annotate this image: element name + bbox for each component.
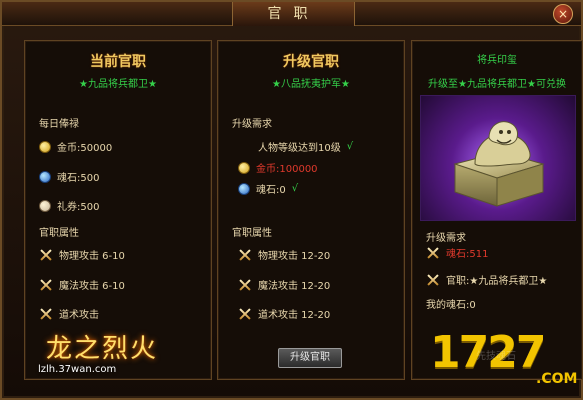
seal-req-rank-text: 官职:★九品将兵都卫★ (446, 276, 548, 287)
upgrade-requirements-label: 升级需求 (232, 119, 272, 130)
my-soul-stone: 我的魂石:0 (426, 300, 476, 311)
current-rank-panel: 当前官职 ★九品将兵都卫★ 每日俸禄 金币:50000 魂石:500 礼券:50… (24, 40, 212, 380)
current-rank-name: ★九品将兵都卫★ (79, 79, 157, 90)
upgrade-rank-panel: 升级官职 ★八品抚夷护军★ 升级需求 人物等级达到10级 √ 金币:100000… (217, 40, 405, 380)
check-icon: √ (291, 183, 299, 194)
daily-salary-label: 每日俸禄 (39, 119, 79, 130)
upgrade-rank-button[interactable]: 升级官职 (278, 348, 342, 368)
official-rank-window: 官职 × 当前官职 ★九品将兵都卫★ 每日俸禄 金币:50000 魂石:500 … (0, 0, 583, 400)
reward-soul-stone-text: 魂石:500 (57, 173, 100, 184)
crossed-swords-icon (39, 248, 53, 262)
upgrade-attributes-label: 官职属性 (232, 228, 272, 239)
attr-text: 物理攻击 6-10 (59, 251, 125, 262)
seal-item-slot[interactable] (420, 95, 576, 221)
gold-coin-icon (238, 161, 250, 174)
req-level: 人物等级达到10级 √ (258, 139, 353, 154)
crossed-swords-icon (39, 307, 53, 321)
jade-seal-icon (453, 121, 545, 207)
req-soul-stone: 魂石:0 √ (238, 181, 298, 196)
reward-row-soul-stone: 魂石:500 (39, 169, 99, 184)
crossed-swords-icon (238, 278, 252, 292)
reward-gift-voucher-text: 礼券:500 (57, 202, 100, 213)
crossed-swords-icon (426, 246, 440, 260)
close-button[interactable]: × (553, 4, 573, 24)
seal-description: 升级至★九品将兵都卫★可兑换 (428, 79, 566, 90)
upgrade-rank-name: ★八品抚夷护军★ (272, 79, 350, 90)
req-soul-stone-text: 魂石:0 (256, 185, 286, 196)
crossed-swords-icon (238, 307, 252, 321)
attr-text: 道术攻击 (59, 310, 99, 321)
reward-row-gift-voucher: 礼券:500 (39, 198, 99, 213)
current-attr-magic: 魔法攻击 6-10 (39, 277, 125, 292)
reward-row-gold: 金币:50000 (39, 139, 112, 154)
reward-gold-text: 金币:50000 (57, 143, 113, 154)
title-bar: 官职 × (2, 2, 581, 26)
gift-voucher-icon (39, 199, 51, 212)
current-rank-title: 当前官职 (90, 54, 146, 70)
soul-stone-icon (238, 182, 250, 195)
crossed-swords-icon (39, 278, 53, 292)
upgrade-attr-magic: 魔法攻击 12-20 (238, 277, 330, 292)
crossed-swords-icon (426, 273, 440, 287)
seal-req-soul-stone: 魂石:511 (426, 245, 488, 260)
upgrade-attr-taoist: 道术攻击 12-20 (238, 306, 330, 321)
req-gold-text: 金币:100000 (256, 164, 318, 175)
req-gold: 金币:100000 (238, 160, 318, 175)
window-title: 官职 (232, 2, 355, 26)
seal-requirements-label: 升级需求 (426, 233, 466, 244)
attr-text: 道术攻击 12-20 (258, 310, 331, 321)
attr-text: 物理攻击 12-20 (258, 251, 331, 262)
crossed-swords-icon (238, 248, 252, 262)
seal-panel: 将兵印玺 升级至★九品将兵都卫★可兑换 升级需求 魂石:511 官职:★九品将兵… (411, 40, 583, 380)
upgrade-attr-physical: 物理攻击 12-20 (238, 247, 330, 262)
check-icon: √ (346, 141, 354, 152)
attr-text: 魔法攻击 6-10 (59, 281, 125, 292)
seal-req-rank: 官职:★九品将兵都卫★ (426, 272, 547, 287)
attr-text: 魔法攻击 12-20 (258, 281, 331, 292)
seal-req-soul-stone-text: 魂石:511 (446, 249, 489, 260)
current-attributes-label: 官职属性 (39, 228, 79, 239)
soul-stone-icon (39, 170, 51, 183)
seal-title: 将兵印玺 (477, 55, 517, 66)
current-attr-taoist: 道术攻击 (39, 306, 99, 321)
upgrade-rank-title: 升级官职 (283, 54, 339, 70)
req-level-text: 人物等级达到10级 (258, 143, 341, 154)
gold-coin-icon (39, 140, 51, 153)
close-icon: × (557, 7, 569, 21)
current-attr-physical: 物理攻击 6-10 (39, 247, 125, 262)
